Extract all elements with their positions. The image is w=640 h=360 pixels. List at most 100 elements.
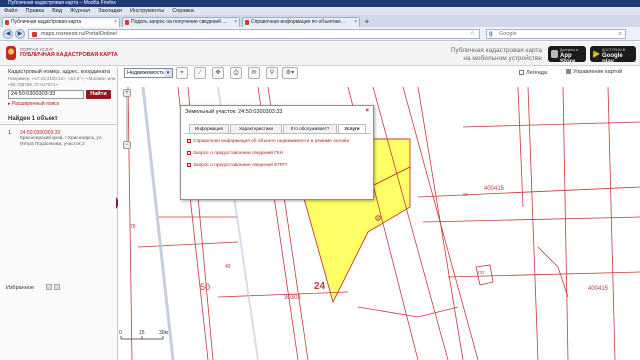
favorites-tools xyxy=(46,284,60,290)
menu-bar: Файл Правка Вид Журнал Закладки Инструме… xyxy=(0,7,640,15)
service-link-gkn-request[interactable]: Запрос о предоставлении сведений ГКН xyxy=(187,151,283,156)
checkbox-icon[interactable] xyxy=(519,70,524,75)
results-count: Найден 1 объект xyxy=(8,116,58,122)
map-label: 400415 xyxy=(588,286,609,292)
document-icon xyxy=(187,151,191,155)
menu-file[interactable]: Файл xyxy=(4,7,18,15)
map-label: 24 xyxy=(314,281,326,292)
scale-label-0: 0 xyxy=(119,330,122,336)
wrench-tool-icon[interactable]: ⚙▾ xyxy=(282,67,298,79)
tab-cadastral-map[interactable]: Публичная кадастровая карта × xyxy=(2,17,120,27)
mobile-promo: Публичная кадастровая карта на мобильном… xyxy=(432,47,542,63)
menu-view[interactable]: Вид xyxy=(52,7,62,15)
service-link-label: Запрос о предоставлении сведений ГКН xyxy=(193,151,284,156)
coordinates-tool-icon[interactable]: ✥ xyxy=(212,67,224,79)
site-favicon-icon xyxy=(125,20,129,25)
url-text: maps.rosreestr.ru/PortalOnline/ xyxy=(41,31,118,37)
tab-services[interactable]: Услуги xyxy=(338,124,366,133)
layers-icon xyxy=(566,69,571,74)
site-favicon-icon xyxy=(245,20,249,25)
find-button[interactable]: Найти xyxy=(86,90,111,99)
close-tab-icon[interactable]: × xyxy=(234,18,237,27)
map-manage-button[interactable]: Управление картой xyxy=(566,69,622,75)
zoom-out-button[interactable]: − xyxy=(123,141,131,149)
map-label: 49 xyxy=(225,264,231,270)
menu-tools[interactable]: Инструменты xyxy=(130,7,164,15)
bookmark-star-icon[interactable]: ☆ xyxy=(470,30,475,38)
search-input[interactable]: g Google ⌕ xyxy=(486,29,626,39)
app-store-label: App Store xyxy=(560,53,576,65)
google-play-label: Google play xyxy=(602,53,623,65)
site-title[interactable]: ПУБЛИЧНАЯ КАДАСТРОВАЯ КАРТА xyxy=(20,52,118,58)
tab-label: Подать запрос на получение сведений ... xyxy=(131,19,227,25)
map-manage-label: Управление картой xyxy=(573,69,623,75)
site-favicon-icon xyxy=(5,20,9,25)
map-label: 50 xyxy=(200,282,211,292)
map-label: 237 xyxy=(477,270,485,275)
service-link-online-info[interactable]: Справочная информация об объекте недвижи… xyxy=(187,139,349,144)
favorites-edit-icon[interactable] xyxy=(54,284,60,290)
layer-select[interactable]: Недвижимость ▾ xyxy=(124,68,173,78)
advanced-search-link[interactable]: ▸ Расширенный поиск xyxy=(8,101,59,107)
measure-tool-icon[interactable]: ⟋ xyxy=(194,67,206,79)
close-tab-icon[interactable]: × xyxy=(114,18,117,27)
cadastral-search-input[interactable]: 24:50:0300303:33 xyxy=(8,90,84,99)
identify-tool-icon[interactable]: ⌖ xyxy=(176,67,188,79)
chevron-down-icon[interactable]: ▾ xyxy=(164,69,172,77)
favorites-add-icon[interactable] xyxy=(46,284,52,290)
tab-characteristics[interactable]: Характеристики xyxy=(230,124,282,133)
menu-help[interactable]: Справка xyxy=(172,7,194,15)
window-title: Публичная кадастровая карта – Mozilla Fi… xyxy=(0,0,640,7)
apple-icon xyxy=(551,50,558,58)
menu-edit[interactable]: Правка xyxy=(26,7,45,15)
service-link-label: Запрос о предоставлении сведений ЕГРП xyxy=(193,163,287,168)
tab-strip: Публичная кадастровая карта × Подать зап… xyxy=(0,15,640,27)
search-icon[interactable]: ⌕ xyxy=(619,30,622,38)
map-label: 26 xyxy=(463,192,469,197)
site-identity-icon xyxy=(32,32,37,37)
google-play-icon xyxy=(593,50,600,58)
service-link-label: Справочная информация об объекте недвижи… xyxy=(193,139,350,144)
tab-divider xyxy=(185,133,371,134)
scale-label-15: 15 xyxy=(139,330,145,336)
tab-label: Справочная информация по объектам ... xyxy=(251,19,347,25)
google-play-button[interactable]: ДОСТУПНО В Google play xyxy=(590,46,636,65)
tab-request[interactable]: Подать запрос на получение сведений ... … xyxy=(122,17,240,27)
result-number: 1. xyxy=(8,130,13,136)
link-tool-icon[interactable]: ⚲ xyxy=(266,67,278,79)
search-hint: Например: «47:15:3100:12», «61.6°», «Мос… xyxy=(8,76,116,87)
tab-info[interactable]: Информация xyxy=(189,124,229,133)
close-tab-icon[interactable]: × xyxy=(354,18,357,27)
menu-history[interactable]: Журнал xyxy=(70,7,90,15)
mobile-promo-line2: на мобильном устройстве xyxy=(463,55,542,62)
google-icon: g xyxy=(489,31,493,37)
share-tool-icon[interactable]: ✉ xyxy=(248,67,260,79)
favorites-label: Избранное xyxy=(6,285,34,291)
search-label: Кадастровый номер, адрес, координата xyxy=(8,69,110,75)
menu-bookmarks[interactable]: Закладки xyxy=(98,7,122,15)
tab-who-serves[interactable]: Кто обслуживает? xyxy=(283,124,337,133)
layer-select-value: Недвижимость xyxy=(127,70,165,76)
popup-title: Земельный участок: 24:50:0300303:33 xyxy=(185,109,283,115)
address-bar[interactable]: maps.rosreestr.ru/PortalOnline/ ☆ xyxy=(28,29,480,39)
forward-button[interactable]: ▶ xyxy=(15,29,25,39)
app-store-button[interactable]: Доступно в App Store xyxy=(548,46,586,65)
divider xyxy=(0,124,117,125)
site-header: ПОРТАЛ УСЛУГ ПУБЛИЧНАЯ КАДАСТРОВАЯ КАРТА… xyxy=(0,42,640,66)
legend-checkbox[interactable]: Легенда xyxy=(519,70,547,76)
document-icon xyxy=(187,163,191,167)
result-address: Красноярский край, г Красноярск, ул. Пет… xyxy=(20,136,103,147)
map-label: 78 xyxy=(130,224,136,230)
new-tab-button[interactable]: + xyxy=(362,17,372,27)
print-tool-icon[interactable]: ⎙ xyxy=(230,67,242,79)
zoom-slider[interactable] xyxy=(126,97,128,141)
map-label: 30303 xyxy=(284,295,301,301)
service-link-egrp-request[interactable]: Запрос о предоставлении сведений ЕГРП xyxy=(187,163,287,168)
tab-reference[interactable]: Справочная информация по объектам ... × xyxy=(242,17,360,27)
close-icon[interactable]: × xyxy=(365,108,369,114)
search-placeholder: Google xyxy=(499,31,517,37)
map-label: 400415 xyxy=(484,186,505,192)
navigation-bar: ◀ ▶ maps.rosreestr.ru/PortalOnline/ ☆ g … xyxy=(0,27,640,41)
zoom-in-button[interactable]: + xyxy=(123,89,131,97)
back-button[interactable]: ◀ xyxy=(3,29,13,39)
